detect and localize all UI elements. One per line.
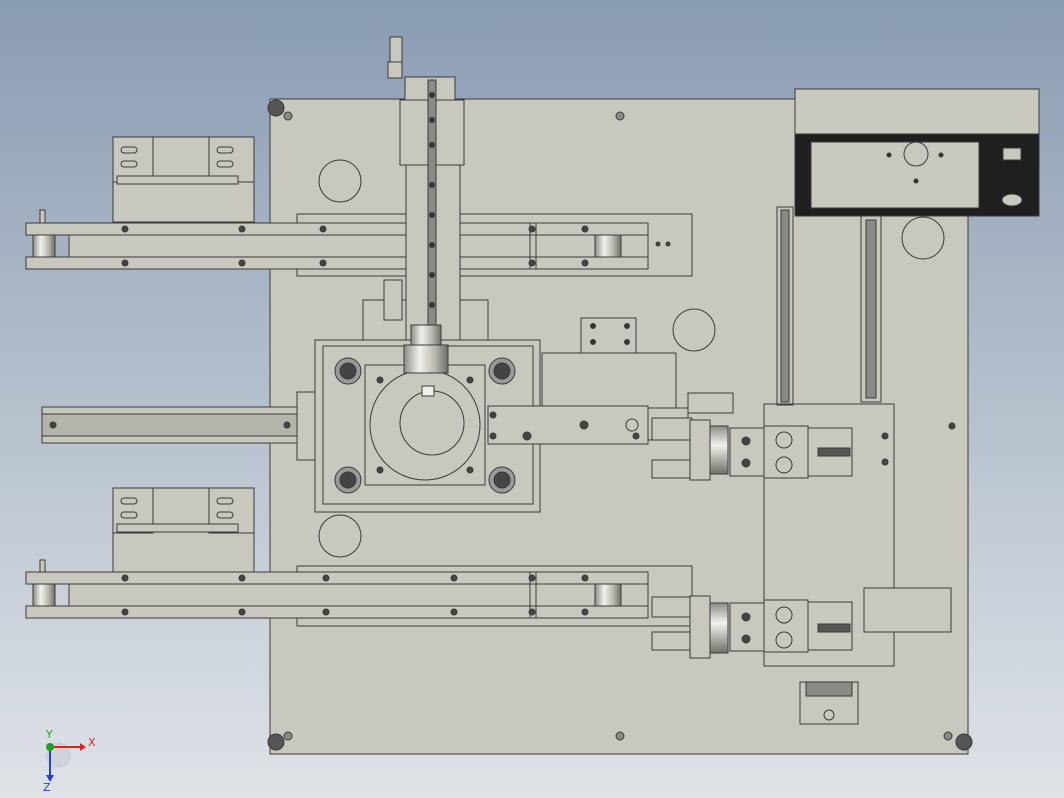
sensor-plate — [863, 587, 952, 633]
upper-left-bracket — [112, 136, 255, 223]
axis-triad-icon: X Y Z — [43, 728, 96, 794]
axis-y-label: Y — [45, 728, 53, 741]
vertical-rail-right — [860, 215, 882, 403]
right-hole — [901, 216, 945, 260]
lower-left-bracket — [112, 487, 255, 574]
control-box — [794, 88, 1040, 217]
lower-bracket — [799, 681, 859, 725]
axis-x-label: X — [88, 736, 96, 749]
cad-viewport[interactable]: X Y Z — [0, 0, 1064, 798]
axis-z-label: Z — [43, 781, 51, 794]
machine-assembly-drawing: X Y Z — [25, 36, 1040, 794]
vertical-rail-left — [776, 206, 794, 406]
